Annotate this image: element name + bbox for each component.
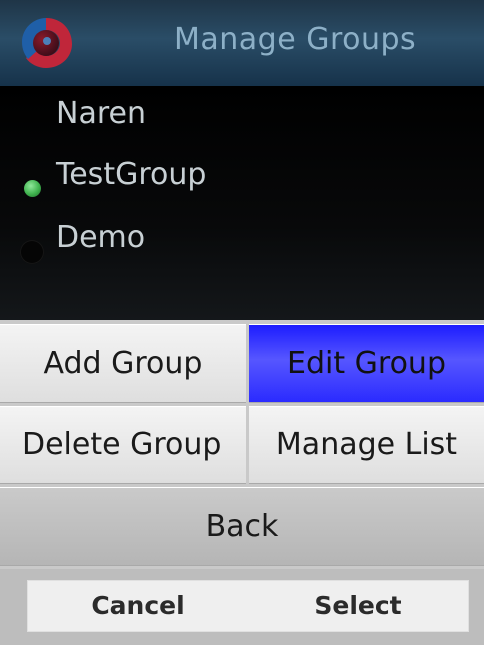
group-list-item[interactable]: TestGroup xyxy=(0,149,484,209)
softkey-bar: Cancel Select xyxy=(0,569,484,645)
group-list: Naren TestGroup Demo xyxy=(0,86,484,320)
page-title: Manage Groups xyxy=(174,22,417,57)
select-softkey[interactable]: Select xyxy=(248,581,468,631)
group-list-item[interactable]: Demo xyxy=(0,212,484,272)
group-label: Naren xyxy=(56,96,146,131)
manage-list-button[interactable]: Manage List xyxy=(249,406,484,484)
cancel-softkey[interactable]: Cancel xyxy=(28,581,248,631)
unselected-radio-icon xyxy=(20,240,44,264)
header-bar: Manage Groups xyxy=(0,0,484,86)
edit-group-label: Edit Group xyxy=(287,346,446,381)
manage-list-label: Manage List xyxy=(275,427,458,462)
add-group-button[interactable]: Add Group xyxy=(0,324,246,403)
group-label: TestGroup xyxy=(56,157,207,192)
group-list-item[interactable]: Naren xyxy=(0,88,484,148)
options-menu: Add Group Edit Group Delete Group Manage… xyxy=(0,320,484,569)
delete-group-button[interactable]: Delete Group xyxy=(0,406,246,484)
selected-radio-icon xyxy=(24,180,41,197)
back-button[interactable]: Back xyxy=(0,487,484,566)
app-logo-icon xyxy=(18,14,74,72)
group-label: Demo xyxy=(56,220,146,255)
edit-group-button[interactable]: Edit Group xyxy=(249,324,484,403)
softkey-panel: Cancel Select xyxy=(28,581,468,631)
screen: Manage Groups Naren TestGroup Demo Add G… xyxy=(0,0,484,645)
add-group-label: Add Group xyxy=(43,346,203,381)
back-label: Back xyxy=(205,509,279,544)
delete-group-label: Delete Group xyxy=(22,427,222,462)
